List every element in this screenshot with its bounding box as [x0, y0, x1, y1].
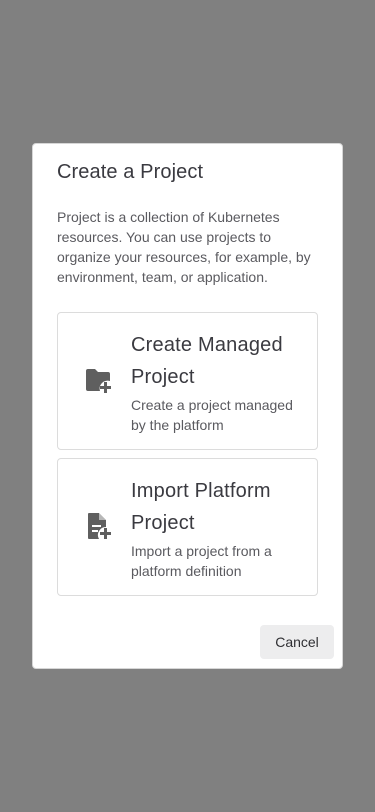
- option-description: Import a project from a platform definit…: [131, 543, 272, 579]
- dialog-title: Create a Project: [57, 161, 204, 183]
- create-managed-project-option[interactable]: Create Managed Project Create a project …: [57, 312, 318, 450]
- option-title: Create Managed Project: [131, 334, 283, 388]
- option-description: Create a project managed by the platform: [131, 397, 293, 433]
- document-plus-icon: [82, 510, 116, 544]
- create-project-dialog: Create a Project Project is a collection…: [32, 143, 343, 669]
- dialog-description: Project is a collection of Kubernetes re…: [57, 209, 311, 285]
- cancel-button[interactable]: Cancel: [260, 625, 334, 659]
- option-title: Import Platform Project: [131, 480, 271, 534]
- import-platform-project-option[interactable]: Import Platform Project Import a project…: [57, 458, 318, 596]
- folder-plus-icon: [82, 364, 116, 398]
